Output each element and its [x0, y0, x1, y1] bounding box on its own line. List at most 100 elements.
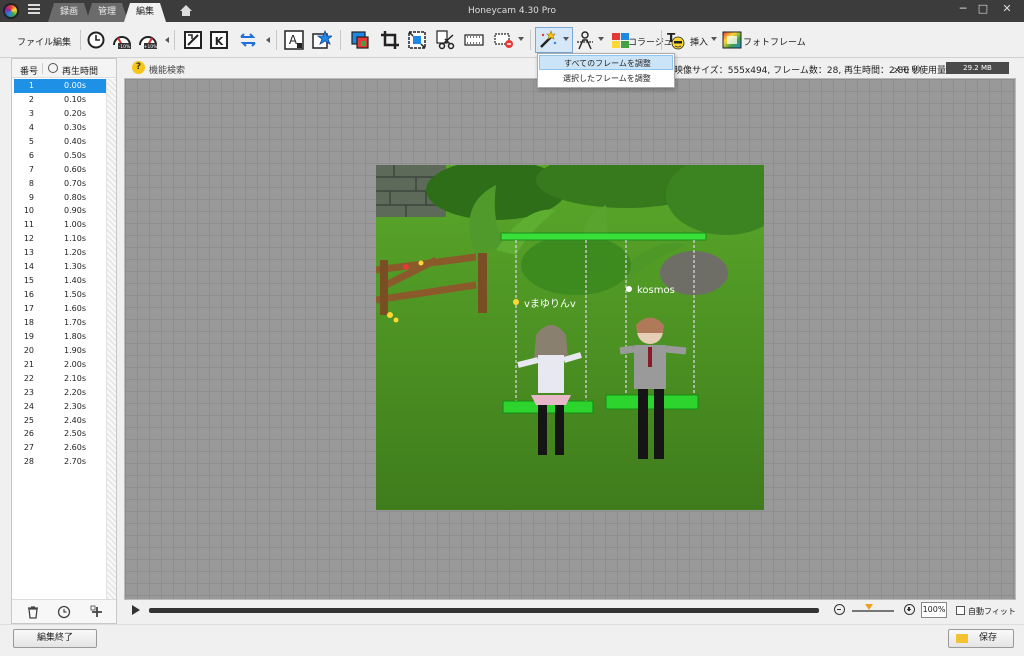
chevron-left-icon[interactable] [165, 37, 169, 43]
finish-editing-button[interactable]: 編集終了 [13, 629, 97, 648]
frame-row[interactable]: 6 0.50s [14, 149, 106, 163]
autofit-checkbox[interactable] [956, 606, 965, 615]
close-button[interactable]: ✕ [994, 0, 1020, 20]
frame-row[interactable]: 16 1.50s [14, 288, 106, 302]
insert-icon[interactable]: T [665, 30, 685, 50]
menu-item-adjust-all-frames[interactable]: すべてのフレームを調整 [539, 55, 673, 70]
question-icon[interactable]: ? [132, 61, 145, 74]
cut-icon[interactable] [436, 30, 456, 50]
frame-row[interactable]: 27 2.60s [14, 441, 106, 455]
frame-row[interactable]: 12 1.10s [14, 232, 106, 246]
sticker-icon[interactable] [312, 30, 332, 50]
crop-icon[interactable] [380, 30, 400, 50]
frame-row[interactable]: 10 0.90s [14, 204, 106, 218]
frame-number: 10 [23, 206, 34, 216]
frame-row[interactable]: 14 1.30s [14, 260, 106, 274]
frame-list: 1 0.00s 2 0.10s 3 0.20s 4 0.30s 5 0.40s 6 0.50s 7 0.6… [14, 79, 106, 469]
video-info: 映像サイズ：555x494, フレーム数：28, 再生時間：2.80 秒 [674, 66, 921, 76]
column-header-number[interactable]: 番号 [20, 64, 38, 77]
add-frame-icon[interactable] [90, 605, 104, 619]
frame-row[interactable]: 4 0.30s [14, 121, 106, 135]
frame-duration: 2.40s [64, 415, 86, 425]
frame-row[interactable]: 20 1.90s [14, 344, 106, 358]
frame-number: 14 [23, 262, 34, 272]
frame-row[interactable]: 23 2.20s [14, 386, 106, 400]
frame-row[interactable]: 7 0.60s [14, 163, 106, 177]
frame-row[interactable]: 15 1.40s [14, 274, 106, 288]
zoom-out-icon[interactable] [834, 604, 845, 615]
frame-reduce-icon[interactable] [183, 30, 203, 50]
function-search[interactable]: 機能検索 [149, 63, 185, 76]
effect-icon[interactable] [575, 30, 595, 50]
frame-row[interactable]: 21 2.00s [14, 358, 106, 372]
column-header-duration[interactable]: 再生時間 [62, 64, 98, 77]
frame-list-scrollbar[interactable] [106, 79, 116, 599]
timeline-track[interactable] [149, 608, 819, 613]
frame-row[interactable]: 28 2.70s [14, 455, 106, 469]
zoom-in-icon[interactable] [904, 604, 915, 615]
text-icon[interactable]: A [284, 30, 304, 50]
frame-number: 13 [23, 248, 34, 258]
frame-duration: 1.00s [64, 220, 86, 230]
svg-text:-10%: -10% [119, 44, 131, 50]
toolbar-separator [80, 30, 81, 50]
frame-number: 26 [23, 429, 34, 439]
file-menu[interactable]: ファイル [17, 35, 53, 48]
frame-row[interactable]: 8 0.70s [14, 177, 106, 191]
resize-icon[interactable] [407, 30, 427, 50]
photoframe-label[interactable]: フォトフレーム [743, 35, 806, 48]
insert-label[interactable]: 挿入 [690, 35, 708, 48]
frame-row[interactable]: 5 0.40s [14, 135, 106, 149]
menu-item-adjust-selected-frames[interactable]: 選択したフレームを調整 [539, 71, 673, 86]
speed-down-icon[interactable]: -10% [112, 30, 132, 50]
save-button[interactable]: 保存 [948, 629, 1014, 648]
time-icon[interactable] [86, 30, 106, 50]
reverse-icon[interactable] [238, 30, 258, 50]
frame-row[interactable]: 2 0.10s [14, 93, 106, 107]
frame-duration: 2.60s [64, 443, 86, 453]
maximize-button[interactable]: □ [970, 0, 996, 20]
delete-frames-icon[interactable] [494, 30, 514, 50]
magic-wand-icon[interactable] [538, 30, 558, 50]
frame-row[interactable]: 1 0.00s [14, 79, 106, 93]
preview-image: vまゆりんv kosmos [376, 165, 764, 510]
frame-row[interactable]: 22 2.10s [14, 372, 106, 386]
image-overlay-icon[interactable] [350, 30, 370, 50]
frame-row[interactable]: 19 1.80s [14, 330, 106, 344]
edit-menu[interactable]: 編集 [53, 35, 71, 48]
trash-icon[interactable] [26, 605, 40, 619]
film-icon[interactable] [464, 30, 484, 50]
frame-row[interactable]: 25 2.40s [14, 414, 106, 428]
frame-number: 7 [28, 164, 34, 174]
frame-row[interactable]: 26 2.50s [14, 427, 106, 441]
chevron-down-icon[interactable] [598, 37, 604, 41]
frame-duration: 0.30s [64, 122, 86, 132]
zoom-percentage[interactable]: 100% [921, 602, 947, 618]
frame-number: 24 [23, 401, 34, 411]
keyframe-icon[interactable]: K [209, 30, 229, 50]
frame-row[interactable]: 17 1.60s [14, 302, 106, 316]
tab-edit[interactable]: 編集 [124, 3, 166, 22]
chevron-down-icon[interactable] [563, 37, 569, 41]
zoom-slider-thumb[interactable] [865, 604, 873, 610]
frame-row[interactable]: 18 1.70s [14, 316, 106, 330]
chevron-left-icon[interactable] [266, 37, 270, 43]
photoframe-icon[interactable] [722, 30, 742, 50]
frame-number: 9 [28, 192, 34, 202]
frame-row[interactable]: 13 1.20s [14, 246, 106, 260]
frame-row[interactable]: 24 2.30s [14, 400, 106, 414]
frame-duration: 0.00s [64, 81, 86, 90]
frame-row[interactable]: 9 0.80s [14, 191, 106, 205]
bottom-bar: 編集終了 保存 [0, 624, 1024, 656]
play-icon[interactable] [132, 605, 140, 615]
clock-icon[interactable] [57, 605, 71, 619]
zoom-slider[interactable] [852, 610, 894, 612]
chevron-down-icon[interactable] [711, 37, 717, 41]
autofit-label[interactable]: 自動フィット [968, 606, 1016, 617]
frame-row[interactable]: 3 0.20s [14, 107, 106, 121]
chevron-down-icon[interactable] [518, 37, 524, 41]
frame-number: 8 [28, 178, 34, 188]
speed-up-icon[interactable]: +10% [138, 30, 158, 50]
frame-row[interactable]: 11 1.00s [14, 218, 106, 232]
frame-duration: 0.40s [64, 136, 86, 146]
